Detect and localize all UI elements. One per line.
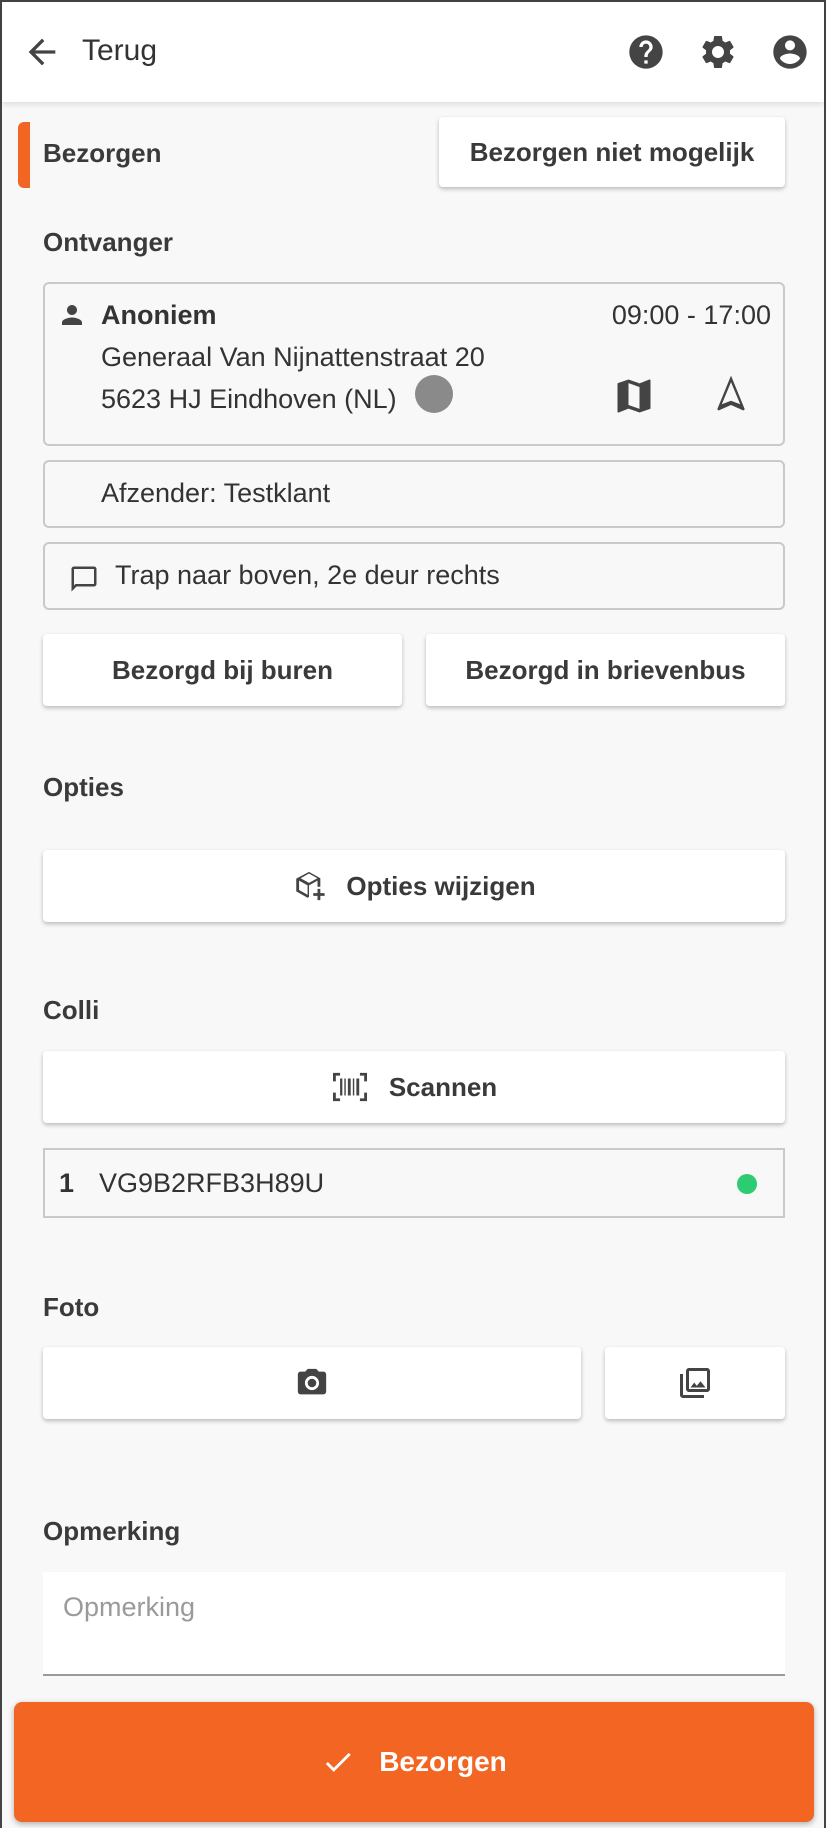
- take-photo-button[interactable]: [43, 1347, 581, 1419]
- address-line1: Generaal Van Nijnattenstraat 20: [101, 342, 485, 372]
- touch-indicator: [415, 375, 453, 413]
- active-section-accent: [18, 122, 30, 188]
- time-window: 09:00 - 17:00: [611, 300, 771, 330]
- scan-button[interactable]: Scannen: [43, 1051, 785, 1123]
- photo-section-label: Foto: [43, 1292, 100, 1322]
- colli-section-label: Colli: [43, 995, 100, 1025]
- comment-icon: [71, 566, 97, 592]
- recipient-card: Anoniem 09:00 - 17:00 Generaal Van Nijna…: [43, 282, 785, 446]
- person-icon: [62, 305, 82, 325]
- remark-section-label: Opmerking: [43, 1516, 181, 1546]
- recipient-name: Anoniem: [101, 300, 217, 330]
- recipient-section-label: Ontvanger: [43, 227, 174, 257]
- colli-code: VG9B2RFB3H89U: [99, 1168, 325, 1198]
- account-icon[interactable]: [770, 32, 810, 72]
- top-app-bar: Terug: [2, 2, 824, 102]
- map-icon[interactable]: [612, 374, 656, 418]
- camera-icon: [297, 1368, 327, 1395]
- check-icon: [326, 1752, 351, 1772]
- colli-status-dot: [737, 1174, 757, 1194]
- gear-icon[interactable]: [698, 32, 738, 72]
- change-options-button[interactable]: Opties wijzigen: [43, 850, 785, 922]
- back-label[interactable]: Terug: [82, 34, 157, 68]
- scan-label: Scannen: [388, 1071, 498, 1102]
- sender-card: Afzender: Testklant: [43, 460, 785, 528]
- sender-text: Afzender: Testklant: [101, 478, 331, 508]
- package-plus-icon: [296, 871, 325, 901]
- address-line2: 5623 HJ Eindhoven (NL): [101, 384, 397, 414]
- navigation-icon[interactable]: [709, 372, 753, 416]
- options-section-label: Opties: [43, 772, 124, 802]
- arrow-left-icon[interactable]: [22, 32, 62, 72]
- photo-library-icon: [680, 1368, 710, 1398]
- delivered-mailbox-button[interactable]: Bezorgd in brievenbus: [426, 634, 785, 706]
- note-text: Trap naar boven, 2e deur rechts: [115, 560, 500, 590]
- colli-list-item: 1 VG9B2RFB3H89U: [43, 1148, 785, 1218]
- barcode-scan-icon: [332, 1072, 367, 1102]
- help-icon[interactable]: [626, 32, 666, 72]
- delivery-section-label: Bezorgen: [43, 138, 162, 168]
- delivered-neighbours-button[interactable]: Bezorgd bij buren: [43, 634, 402, 706]
- colli-index: 1: [59, 1168, 75, 1198]
- submit-delivery-button[interactable]: Bezorgen: [14, 1702, 814, 1822]
- remark-input[interactable]: [43, 1572, 785, 1676]
- delivery-not-possible-button[interactable]: Bezorgen niet mogelijk: [439, 117, 785, 187]
- note-card: Trap naar boven, 2e deur rechts: [43, 542, 785, 610]
- change-options-label: Opties wijzigen: [346, 870, 536, 901]
- submit-delivery-label: Bezorgen: [379, 1746, 507, 1777]
- gallery-button[interactable]: [605, 1347, 785, 1419]
